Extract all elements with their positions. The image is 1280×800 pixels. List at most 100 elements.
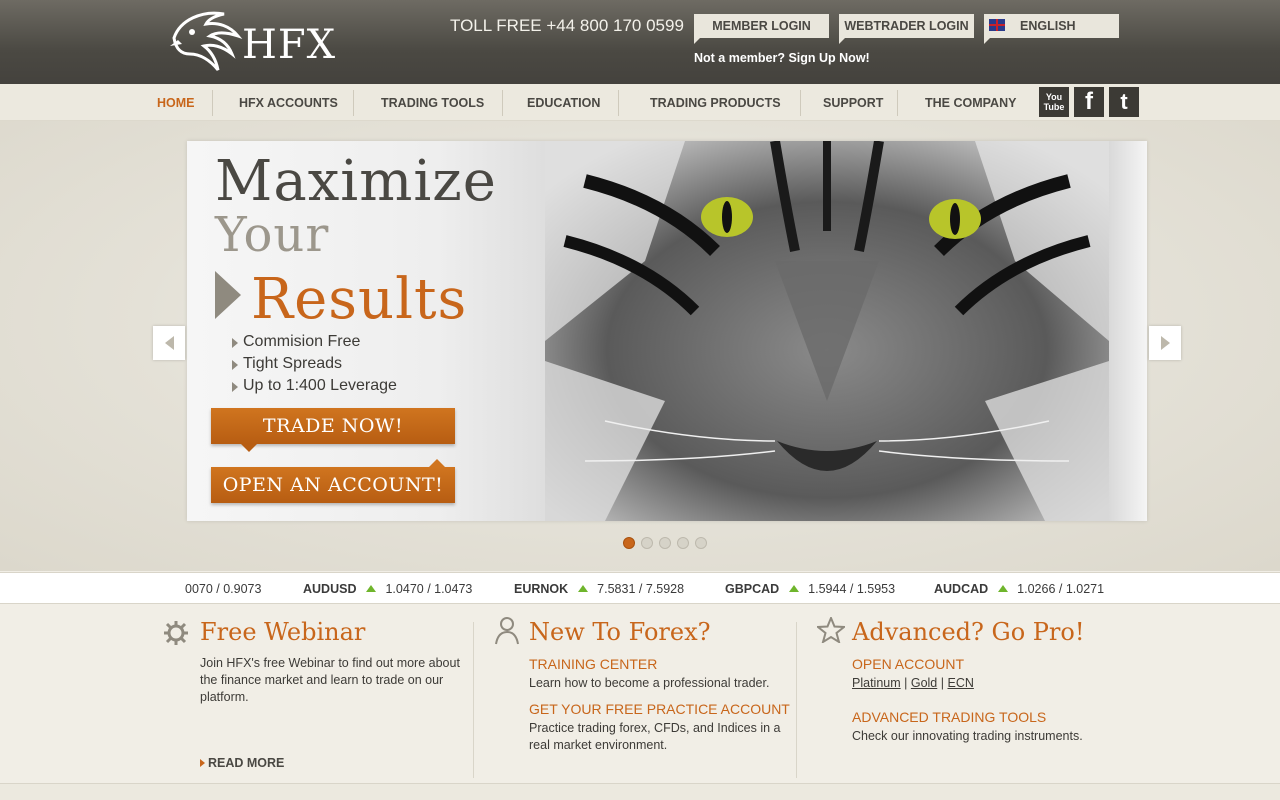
- ticker-symbol: EURNOK: [514, 582, 569, 596]
- tab-notch: [694, 38, 700, 44]
- facebook-icon[interactable]: f: [1074, 87, 1104, 117]
- gold-link[interactable]: Gold: [911, 676, 937, 690]
- slide-edge: [1109, 141, 1147, 521]
- slide-dot[interactable]: [677, 537, 689, 549]
- separator: |: [904, 676, 908, 690]
- slide-dot[interactable]: [641, 537, 653, 549]
- star-icon: [817, 617, 845, 643]
- trade-now-label: TRADE NOW!: [262, 415, 404, 437]
- separator: |: [940, 676, 944, 690]
- up-arrow-icon: [578, 585, 589, 592]
- tiger-image: [545, 141, 1109, 521]
- headline-maximize: Maximize: [215, 149, 497, 214]
- up-arrow-icon: [789, 585, 800, 592]
- slider-next-button[interactable]: [1149, 326, 1181, 360]
- nav-divider: [618, 90, 619, 116]
- headline-results: Results: [251, 267, 468, 332]
- bullet-leverage: Up to 1:400 Leverage: [232, 377, 397, 394]
- training-center-text: Learn how to become a professional trade…: [529, 676, 770, 690]
- hfx-logo[interactable]: HFX: [166, 10, 335, 76]
- bullet-commission: Commision Free: [231, 333, 361, 350]
- slide-text-panel: Maximize Your Results Commision Free Tig…: [187, 141, 545, 521]
- ticker-symbol: AUDUSD: [303, 582, 357, 596]
- twitter-icon[interactable]: t: [1109, 87, 1139, 117]
- trade-now-button[interactable]: TRADE NOW!: [211, 408, 455, 452]
- ticker-prices: 1.0266 / 1.0271: [1017, 582, 1105, 596]
- webtrader-login-button[interactable]: WEBTRADER LOGIN: [839, 14, 974, 44]
- open-account-button[interactable]: OPEN AN ACCOUNT!: [211, 459, 455, 503]
- nav-divider: [353, 90, 354, 116]
- up-arrow-icon: [366, 585, 377, 592]
- advanced-tools-link[interactable]: ADVANCED TRADING TOOLS: [852, 709, 1046, 725]
- slide-dot[interactable]: [623, 537, 635, 549]
- user-icon: [495, 617, 519, 645]
- chevron-left-icon: [164, 336, 174, 350]
- nav-divider: [800, 90, 801, 116]
- nav-trading-tools[interactable]: TRADING TOOLS: [381, 96, 484, 110]
- column-divider: [473, 622, 474, 778]
- new-to-forex-title: New To Forex?: [529, 618, 711, 646]
- advanced-tools-text: Check our innovating trading instruments…: [852, 729, 1083, 743]
- column-divider: [796, 622, 797, 778]
- signup-link[interactable]: Not a member? Sign Up Now!: [694, 51, 870, 65]
- ticker-symbol: GBPCAD: [725, 582, 780, 596]
- hero-slide: Maximize Your Results Commision Free Tig…: [187, 141, 1147, 521]
- member-login-label: MEMBER LOGIN: [712, 19, 811, 33]
- nav-hfx-accounts[interactable]: HFX ACCOUNTS: [239, 96, 338, 110]
- nav-the-company[interactable]: THE COMPANY: [925, 96, 1016, 110]
- nav-education[interactable]: EDUCATION: [527, 96, 600, 110]
- ticker-symbol: AUDCAD: [934, 582, 989, 596]
- platinum-link[interactable]: Platinum: [852, 676, 901, 690]
- slide-dot[interactable]: [695, 537, 707, 549]
- webinar-title: Free Webinar: [200, 618, 366, 646]
- up-arrow-icon: [998, 585, 1009, 592]
- nav-divider: [502, 90, 503, 116]
- ticker-item: AUDUSD 1.0470 / 1.0473: [303, 582, 472, 596]
- eagle-logo-icon: [170, 11, 243, 71]
- nav-divider: [897, 90, 898, 116]
- cta-notch: [241, 444, 257, 452]
- ticker-item: 0070 / 0.9073: [185, 582, 261, 596]
- nav-home[interactable]: HOME: [157, 96, 195, 110]
- member-login-button[interactable]: MEMBER LOGIN: [694, 14, 829, 44]
- webinar-text: Join HFX's free Webinar to find out more…: [200, 656, 460, 704]
- language-select[interactable]: ENGLISH: [984, 14, 1119, 44]
- footer-strip: [0, 783, 1280, 800]
- slider-prev-button[interactable]: [153, 326, 185, 360]
- price-ticker: 0070 / 0.9073 AUDUSD 1.0470 / 1.0473 EURN…: [0, 572, 1280, 604]
- nav-divider: [212, 90, 213, 116]
- bullet-spreads: Tight Spreads: [231, 355, 343, 372]
- ecn-link[interactable]: ECN: [947, 676, 973, 690]
- ticker-prices: 0070 / 0.9073: [185, 582, 262, 596]
- cta-notch: [429, 459, 445, 467]
- tiger-illustration: [545, 141, 1109, 521]
- account-types: Platinum | Gold | ECN: [852, 675, 974, 692]
- nav-trading-products[interactable]: TRADING PRODUCTS: [650, 96, 781, 110]
- nav-support[interactable]: SUPPORT: [823, 96, 883, 110]
- advanced-title: Advanced? Go Pro!: [852, 618, 1085, 646]
- headline-your: Your: [215, 207, 330, 263]
- read-more-link[interactable]: READ MORE: [199, 756, 284, 770]
- ticker-prices: 7.5831 / 7.5928: [597, 582, 685, 596]
- ticker-item: AUDCAD 1.0266 / 1.0271: [934, 582, 1104, 596]
- toll-free-number: TOLL FREE +44 800 170 0599: [450, 16, 684, 35]
- ticker-item: EURNOK 7.5831 / 7.5928: [514, 582, 684, 596]
- training-center-link[interactable]: TRAINING CENTER: [529, 656, 657, 672]
- ticker-item: GBPCAD 1.5944 / 1.5953: [725, 582, 895, 596]
- chevron-right-icon: [1160, 336, 1170, 350]
- webtrader-login-label: WEBTRADER LOGIN: [844, 19, 969, 33]
- practice-account-text: Practice trading forex, CFDs, and Indice…: [529, 721, 781, 752]
- youtube-icon[interactable]: You Tube: [1039, 87, 1069, 117]
- gear-icon: [164, 621, 188, 645]
- top-header: HFX TOLL FREE +44 800 170 0599 MEMBER LO…: [0, 0, 1280, 84]
- uk-flag-icon: [989, 19, 1005, 31]
- practice-account-link[interactable]: GET YOUR FREE PRACTICE ACCOUNT: [529, 701, 790, 717]
- ticker-prices: 1.5944 / 1.5953: [808, 582, 896, 596]
- open-account-link[interactable]: OPEN ACCOUNT: [852, 656, 964, 672]
- tab-notch: [984, 38, 990, 44]
- slider-pagination: [623, 537, 707, 549]
- slide-dot[interactable]: [659, 537, 671, 549]
- tab-notch: [839, 38, 845, 44]
- logo-text: HFX: [242, 22, 337, 68]
- headline-arrow-icon: [215, 271, 241, 319]
